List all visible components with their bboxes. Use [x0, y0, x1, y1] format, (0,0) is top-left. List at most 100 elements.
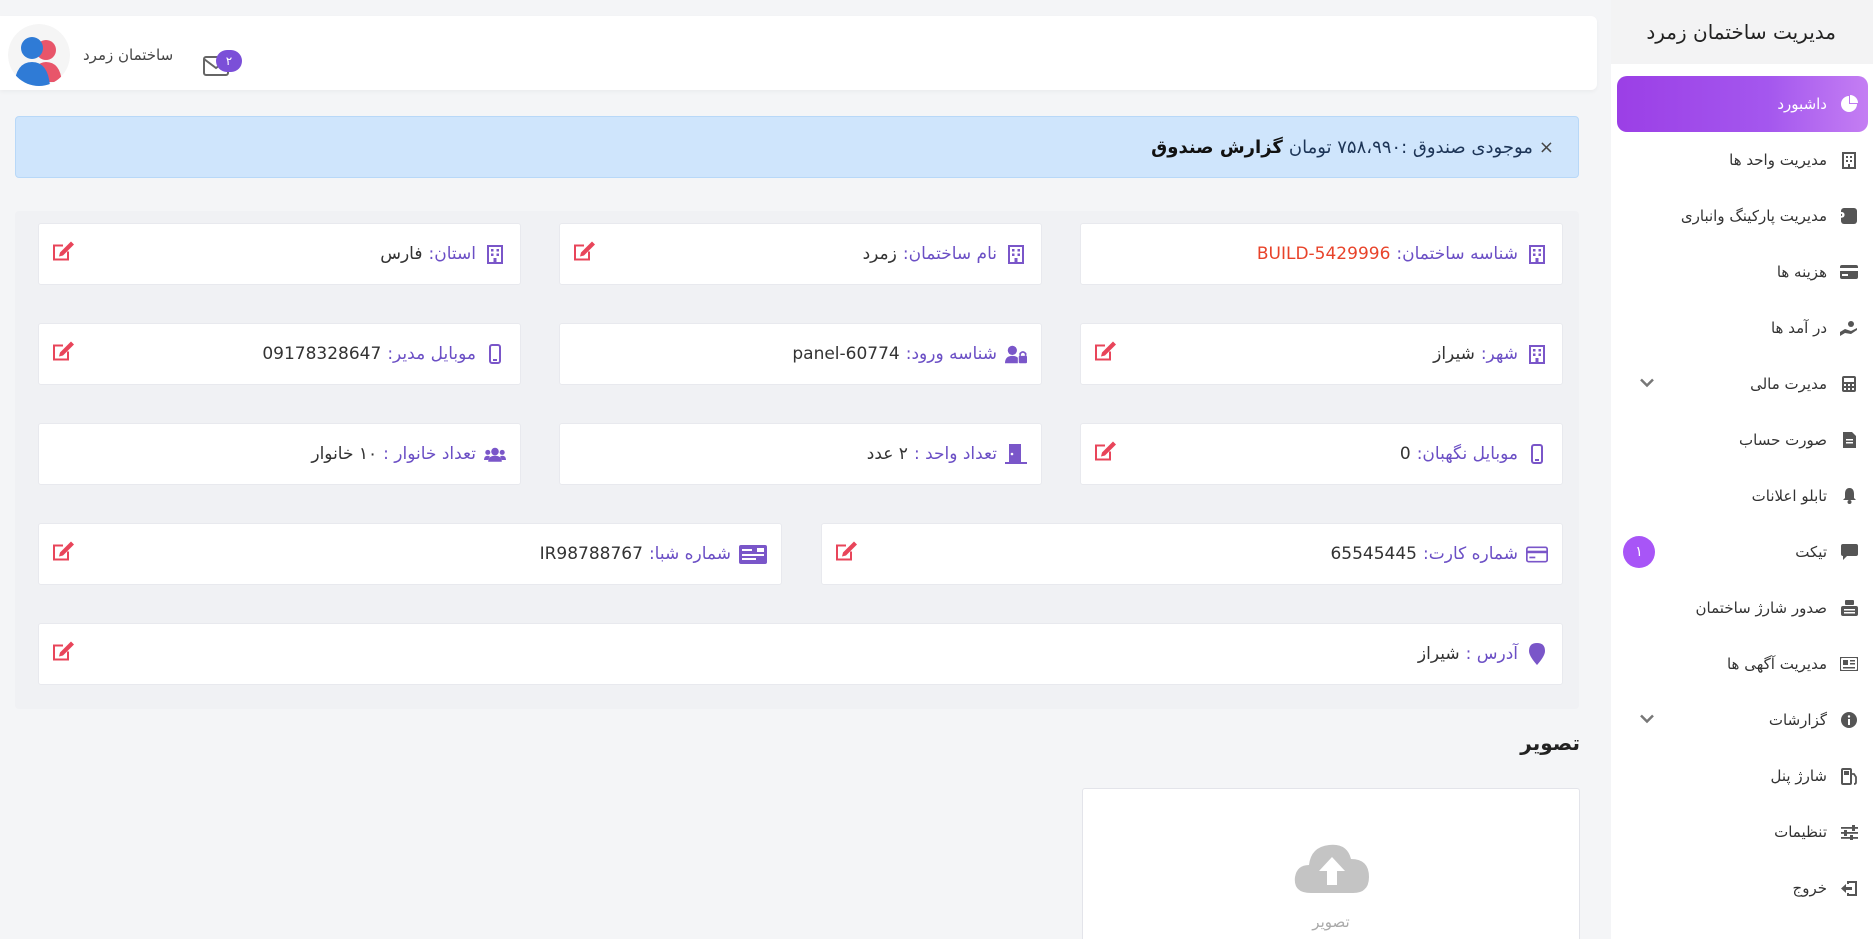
building-icon [1526, 344, 1548, 364]
edit-icon[interactable] [572, 241, 596, 268]
field-label: شناسه ساختمان: [1396, 244, 1518, 264]
sidebar-item-label: در آمد ها [1770, 319, 1827, 337]
field-value: فارس [380, 244, 423, 264]
field-value: 65545445 [1330, 544, 1417, 564]
fund-report-link[interactable]: گزارش صندوق [1151, 137, 1283, 158]
sidebar-item-units[interactable]: مدیریت واحد ها [1611, 132, 1873, 188]
sidebar-item-label: گزارشات [1768, 711, 1827, 729]
field-address: آدرس : شیراز [38, 623, 1563, 685]
upload-caption: تصویر [1312, 913, 1350, 931]
field-value: BUILD-5429996 [1256, 244, 1391, 264]
building-icon [484, 244, 506, 264]
field-guard-mobile: موبایل نگهبان: 0 [1080, 423, 1563, 485]
sidebar-item-income[interactable]: در آمد ها [1611, 300, 1873, 356]
sidebar-item-label: مدیریت پارکینگ وانباری [1680, 207, 1827, 225]
cloud-upload-icon [1293, 839, 1371, 899]
sidebar-item-label: صدور شارژ ساختمان [1695, 599, 1827, 617]
sidebar-item-dashboard[interactable]: داشبورد [1617, 76, 1868, 132]
sidebar-item-panel-charge[interactable]: شارژ پنل [1611, 748, 1873, 804]
edit-icon[interactable] [51, 241, 75, 268]
field-value: ۱۰ خانوار [311, 444, 378, 464]
chevron-down-icon[interactable] [1639, 713, 1655, 728]
chat-icon [1835, 544, 1863, 560]
document-icon [1835, 432, 1863, 448]
user-lock-icon [1005, 345, 1027, 364]
field-label: نام ساختمان: [902, 244, 997, 264]
pie-chart-icon [1835, 95, 1863, 113]
field-label: تعداد خانوار : [383, 444, 476, 464]
sidebar-item-parking[interactable]: P مدیریت پارکینگ وانباری [1611, 188, 1873, 244]
edit-icon[interactable] [51, 541, 75, 568]
field-value: ۲ عدد [866, 444, 908, 464]
edit-icon[interactable] [1093, 441, 1117, 468]
sidebar-item-charge-issue[interactable]: صدور شارژ ساختمان [1611, 580, 1873, 636]
top-header: ساختمان زمرد ۲ [0, 16, 1597, 90]
sidebar-item-reports[interactable]: گزارشات [1611, 692, 1873, 748]
image-upload-dropzone[interactable]: تصویر [1082, 788, 1580, 939]
field-province: استان: فارس [38, 223, 521, 285]
avatar[interactable] [8, 24, 70, 86]
sidebar-item-notices[interactable]: تابلو اعلانات [1611, 468, 1873, 524]
field-manager-mobile: موبایل مدیر: 09178328647 [38, 323, 521, 385]
svg-text:P: P [1841, 210, 1845, 224]
sidebar-item-label: داشبورد [1777, 95, 1827, 113]
field-building-name: نام ساختمان: زمرد [559, 223, 1042, 285]
chevron-down-icon[interactable] [1639, 377, 1655, 392]
field-label: استان: [428, 244, 477, 264]
sidebar-item-logout[interactable]: خروج [1611, 860, 1873, 916]
building-info-panel: شناسه ساختمان: BUILD-5429996 نام ساختمان… [15, 211, 1579, 709]
sidebar-item-finance[interactable]: مدیرت مالی [1611, 356, 1873, 412]
field-label: شهر: [1480, 344, 1518, 364]
image-section-title: تصویر [1520, 731, 1580, 755]
sidebar-item-ads[interactable]: مدیریت آگهی ها [1611, 636, 1873, 692]
sidebar-item-settings[interactable]: تنظیمات [1611, 804, 1873, 860]
field-login-id: شناسه ورود: panel-60774 [559, 323, 1042, 385]
field-value: شیراز [1417, 644, 1460, 664]
edit-icon[interactable] [51, 341, 75, 368]
close-icon[interactable]: × [1539, 137, 1554, 158]
field-label: موبایل نگهبان: [1416, 444, 1518, 464]
field-label: شماره شبا: [648, 544, 731, 564]
edit-icon[interactable] [51, 641, 75, 668]
gas-pump-icon [1835, 767, 1863, 785]
sidebar-item-ticket[interactable]: تیکت ۱ [1611, 524, 1873, 580]
edit-icon[interactable] [834, 541, 858, 568]
sidebar-item-label: تیکت [1795, 543, 1827, 561]
username[interactable]: ساختمان زمرد [83, 46, 173, 64]
field-value: شیراز [1433, 344, 1475, 364]
door-icon [1005, 444, 1027, 464]
logout-icon [1835, 880, 1863, 896]
brand-title: مدیریت ساختمان زمرد [1611, 0, 1873, 64]
field-value: panel-60774 [792, 344, 900, 364]
cash-register-icon [1835, 600, 1863, 616]
field-sheba: شماره شبا: IR98788767 [38, 523, 782, 585]
field-city: شهر: شیراز [1080, 323, 1563, 385]
parking-icon: P [1835, 208, 1863, 224]
mobile-phone-icon [1526, 444, 1548, 464]
field-label: آدرس : [1465, 644, 1518, 664]
sidebar-item-label: تابلو اعلانات [1751, 487, 1827, 505]
edit-icon[interactable] [1093, 341, 1117, 368]
info-icon [1835, 712, 1863, 728]
field-value: 09178328647 [262, 344, 382, 364]
field-value: 0 [1399, 444, 1411, 464]
ticket-count-badge: ۱ [1623, 536, 1655, 568]
field-label: شناسه ورود: [905, 344, 997, 364]
money-check-icon [739, 544, 767, 564]
sidebar-item-label: تنظیمات [1774, 823, 1827, 841]
sidebar-item-label: مدیرت مالی [1750, 375, 1827, 393]
fund-balance-text: موجودی صندوق :۷۵۸،۹۹۰ تومان [1288, 136, 1533, 158]
sidebar: مدیریت ساختمان زمرد داشبورد مدیریت واحد … [1611, 0, 1873, 939]
field-value: IR98788767 [539, 544, 643, 564]
building-icon [1526, 244, 1548, 264]
calculator-icon [1835, 376, 1863, 392]
sidebar-item-label: هزینه ها [1776, 263, 1827, 281]
sidebar-item-label: مدیریت آگهی ها [1726, 655, 1827, 673]
credit-card-icon [1835, 265, 1863, 279]
hand-coin-icon [1835, 320, 1863, 336]
users-icon [484, 446, 506, 463]
map-marker-icon [1526, 643, 1548, 665]
sidebar-item-invoice[interactable]: صورت حساب [1611, 412, 1873, 468]
building-icon [1005, 244, 1027, 264]
sidebar-item-expenses[interactable]: هزینه ها [1611, 244, 1873, 300]
